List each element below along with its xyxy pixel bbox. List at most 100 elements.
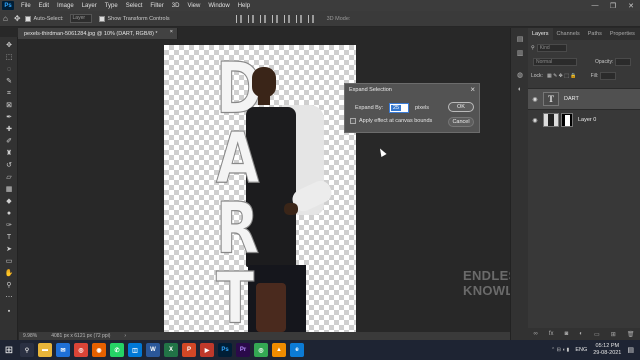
quick-select-icon[interactable]: ✎ <box>4 77 14 86</box>
visibility-eye-icon[interactable]: ◉ <box>530 117 540 124</box>
tab-properties[interactable]: Properties <box>606 28 639 40</box>
clock[interactable]: 05:12 PM 29-08-2021 <box>593 343 621 357</box>
mask-icon[interactable]: ◙ <box>565 331 569 337</box>
tray-icons[interactable]: ⌃ ⊟ ◖ ▮ <box>551 347 569 353</box>
menu-image[interactable]: Image <box>53 3 78 9</box>
align-right-icon[interactable] <box>259 14 266 23</box>
gradient-icon[interactable]: ▦ <box>4 185 14 194</box>
minimize-icon[interactable]: — <box>586 0 604 11</box>
maximize-icon[interactable]: ❐ <box>604 0 622 11</box>
folder-icon[interactable]: ▭ <box>594 331 600 338</box>
edit-toolbar-icon[interactable]: ▪ <box>4 307 14 316</box>
hand-icon[interactable]: ✋ <box>4 269 14 278</box>
align-center-icon[interactable] <box>247 14 254 23</box>
menu-edit[interactable]: Edit <box>35 3 53 9</box>
chrome-icon[interactable]: ◎ <box>74 343 88 357</box>
media-icon[interactable]: ▶ <box>200 343 214 357</box>
fill-input[interactable] <box>600 72 617 80</box>
close-window-icon[interactable]: ✕ <box>622 0 640 11</box>
zoom-level[interactable]: 9.98% <box>23 333 37 339</box>
layer-name[interactable]: Layer 0 <box>578 117 596 123</box>
premiere-icon[interactable]: Pr <box>236 343 250 357</box>
search-icon[interactable]: ⚲ <box>20 343 34 357</box>
whatsapp-icon[interactable]: ✆ <box>110 343 124 357</box>
notifications-icon[interactable]: ▤ <box>627 346 634 354</box>
history-icon[interactable]: ▤ <box>516 36 524 44</box>
align-bottom-icon[interactable] <box>295 14 302 23</box>
pen-icon[interactable]: ✑ <box>4 221 14 230</box>
eyedropper-icon[interactable]: ✒ <box>4 113 14 122</box>
history-brush-icon[interactable]: ↺ <box>4 161 14 170</box>
menu-type[interactable]: Type <box>101 3 122 9</box>
menu-file[interactable]: File <box>17 3 35 9</box>
menu-view[interactable]: View <box>183 3 204 9</box>
layer-row-layer0[interactable]: ◉ Layer 0 <box>528 109 640 130</box>
shape-icon[interactable]: ▭ <box>4 257 14 266</box>
cancel-button[interactable]: Cancel <box>448 117 474 127</box>
lock-pixels-icon[interactable]: ▦ ✎ ✥ ⬚ 🔒 <box>547 73 577 79</box>
dialog-close-icon[interactable]: × <box>470 85 475 94</box>
opacity-input[interactable] <box>615 58 632 66</box>
fx-icon[interactable]: fx <box>549 331 554 337</box>
brush-icon[interactable]: ✐ <box>4 137 14 146</box>
tab-paths[interactable]: Paths <box>584 28 606 40</box>
adjustment-icon[interactable]: ◐ <box>579 331 583 337</box>
align-left-icon[interactable] <box>235 14 242 23</box>
transform-controls-checkbox[interactable] <box>98 15 105 22</box>
home-icon[interactable]: ⌂ <box>3 14 8 23</box>
libraries-icon[interactable]: ◍ <box>516 72 524 80</box>
auto-select-checkbox[interactable] <box>24 15 31 22</box>
search-icon[interactable]: ⚲ <box>531 45 535 51</box>
expand-by-input[interactable]: 25 <box>389 103 409 113</box>
align-top-icon[interactable] <box>271 14 278 23</box>
tab-layers[interactable]: Layers <box>528 28 553 40</box>
menu-window[interactable]: Window <box>204 3 233 9</box>
layer-mask-thumbnail[interactable] <box>561 113 573 127</box>
ok-button[interactable]: OK <box>448 102 474 112</box>
adjustments-icon[interactable]: ◐ <box>516 86 524 94</box>
frame-icon[interactable]: ⊠ <box>4 101 14 110</box>
mail-icon[interactable]: ✉ <box>56 343 70 357</box>
blend-mode-dropdown[interactable]: Normal <box>533 58 577 66</box>
link-icon[interactable]: ∞ <box>534 331 538 337</box>
powerpoint-icon[interactable]: P <box>182 343 196 357</box>
move-tool-icon[interactable]: ✥ <box>14 14 21 23</box>
blur-icon[interactable]: ◆ <box>4 197 14 206</box>
apply-canvas-bounds-checkbox[interactable] <box>350 118 356 124</box>
more-tools-icon[interactable]: ⋯ <box>4 293 14 302</box>
crop-icon[interactable]: ⌗ <box>4 89 14 98</box>
store-icon[interactable]: ◫ <box>128 343 142 357</box>
dodge-icon[interactable]: ● <box>4 209 14 218</box>
marquee-icon[interactable]: ⬚ <box>4 53 14 62</box>
document-tab[interactable]: pexels-thirdman-5061284.jpg @ 10% (DART,… <box>18 28 178 39</box>
word-icon[interactable]: W <box>146 343 160 357</box>
language-indicator[interactable]: ENG <box>575 347 587 353</box>
chrome-profile-icon[interactable]: ◎ <box>254 343 268 357</box>
layer-row-dart[interactable]: ◉ T DART <box>528 88 640 109</box>
layer-name[interactable]: DART <box>564 96 579 102</box>
trash-icon[interactable]: 🗑 <box>627 331 635 338</box>
move-icon[interactable]: ✥ <box>4 41 14 50</box>
type-icon[interactable]: T <box>4 233 14 242</box>
photoshop-taskbar-icon[interactable]: Ps <box>218 343 232 357</box>
distribute-icon[interactable] <box>307 14 314 23</box>
document-canvas[interactable]: D A R T <box>164 45 356 332</box>
excel-icon[interactable]: X <box>164 343 178 357</box>
eraser-icon[interactable]: ▱ <box>4 173 14 182</box>
menu-3d[interactable]: 3D <box>168 3 184 9</box>
visibility-eye-icon[interactable]: ◉ <box>530 96 540 103</box>
status-arrow-icon[interactable]: › <box>124 333 126 339</box>
edge-icon[interactable]: e <box>290 343 304 357</box>
properties-icon[interactable]: ▥ <box>516 50 524 58</box>
menu-layer[interactable]: Layer <box>78 3 101 9</box>
tab-channels[interactable]: Channels <box>553 28 584 40</box>
kind-filter-dropdown[interactable]: Kind <box>536 44 567 52</box>
file-explorer-icon[interactable]: ▬ <box>38 343 52 357</box>
menu-select[interactable]: Select <box>122 3 147 9</box>
healing-icon[interactable]: ✚ <box>4 125 14 134</box>
vlc-icon[interactable]: ▲ <box>272 343 286 357</box>
new-layer-icon[interactable]: ⊞ <box>611 331 616 338</box>
lasso-icon[interactable]: ◌ <box>4 65 14 74</box>
menu-filter[interactable]: Filter <box>146 3 167 9</box>
close-tab-icon[interactable]: × <box>170 29 173 35</box>
